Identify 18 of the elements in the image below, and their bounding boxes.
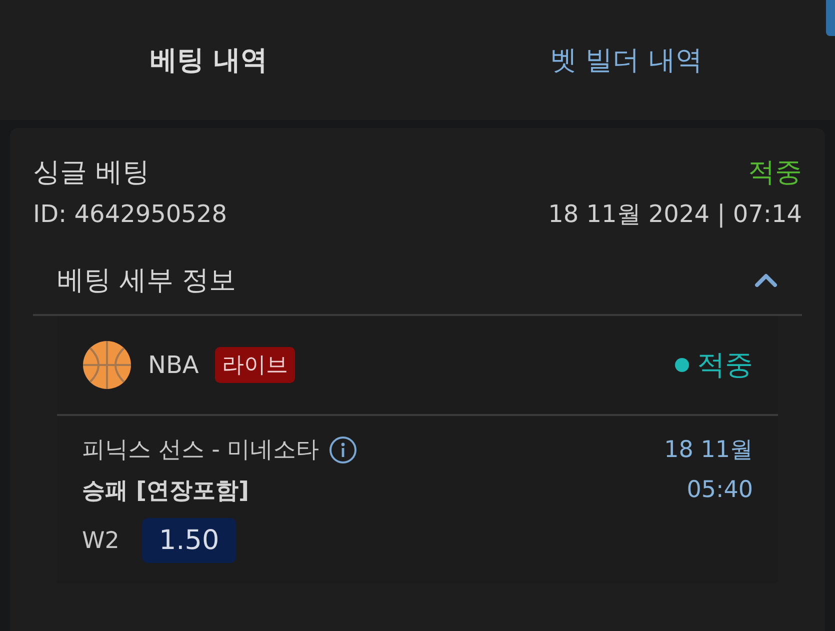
info-icon[interactable] [329,436,358,464]
bet-type: 싱글 베팅 [33,156,150,190]
tab[interactable]: 벳 빌더 내역 [418,0,835,120]
tab[interactable]: 베팅 내역 [0,0,418,120]
bet-datetime: 18 11월 2024 | 07:14 [548,199,802,230]
event-date: 18 11월 [664,436,753,465]
scrollbar-thumb[interactable] [826,0,835,36]
event-status: 적중 [697,347,753,383]
bet-id: ID: 4642950528 [33,200,227,228]
market-name: 승패 [연장포함] [82,477,250,506]
pick-label: W2 [82,528,120,554]
live-badge: 라이브 [214,347,295,383]
event-time: 05:40 [686,477,753,503]
odds-value: 1.50 [142,518,236,563]
league-name: NBA [148,351,199,379]
bet-status: 적중 [748,156,802,190]
match-name: 피닉스 선스 - 미네소타 [82,436,320,465]
basketball-icon [82,340,132,390]
